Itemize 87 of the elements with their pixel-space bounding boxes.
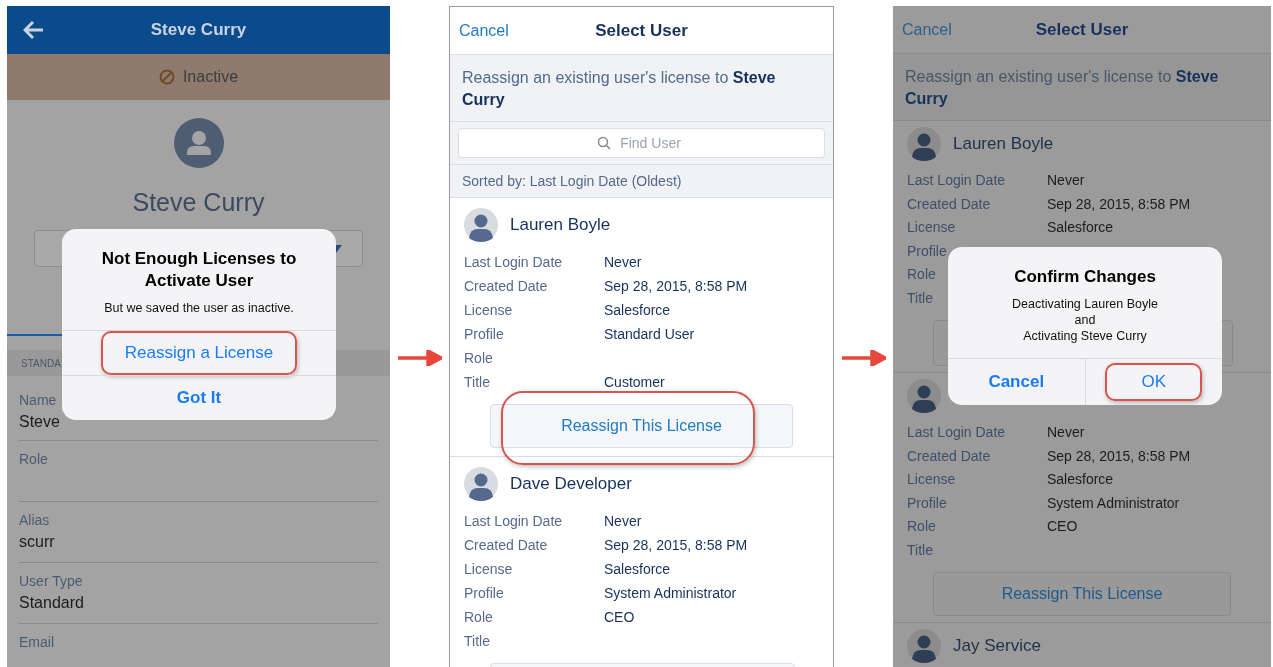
reassign-button[interactable]: Reassign This License bbox=[490, 404, 793, 448]
dialog-message: But we saved the user as inactive. bbox=[104, 300, 294, 316]
detail-label: License bbox=[464, 560, 513, 579]
detail-label: License bbox=[907, 470, 956, 489]
screen-title: Select User bbox=[1035, 19, 1129, 40]
avatar-icon bbox=[907, 379, 941, 413]
detail-label: Created Date bbox=[464, 277, 548, 296]
dialog-button[interactable]: Reassign a License bbox=[100, 331, 298, 375]
detail-value: Sep 28, 2015, 8:58 PM bbox=[1047, 194, 1191, 214]
blocked-icon bbox=[158, 69, 175, 85]
detail-label: Profile bbox=[907, 241, 947, 261]
detail-value: System Administrator bbox=[604, 584, 737, 603]
dialog-button[interactable]: Cancel bbox=[966, 364, 1067, 400]
avatar-icon bbox=[907, 127, 941, 161]
field-label: Name bbox=[19, 391, 57, 410]
status-text: Inactive bbox=[182, 68, 239, 86]
avatar-icon bbox=[173, 118, 224, 168]
detail-value: Sep 28, 2015, 8:58 PM bbox=[604, 536, 748, 555]
detail-value: Never bbox=[604, 512, 642, 531]
avatar-icon bbox=[907, 629, 941, 663]
field-label: Email bbox=[19, 633, 54, 652]
dialog-title: Confirm Changes bbox=[1014, 266, 1156, 288]
sort-label: Sorted by: Last Login Date (Oldest) bbox=[462, 173, 682, 189]
search-field[interactable]: Find User bbox=[458, 128, 825, 158]
detail-label: Title bbox=[464, 632, 490, 651]
detail-label: Title bbox=[907, 288, 933, 308]
detail-value: Sep 28, 2015, 8:58 PM bbox=[604, 277, 748, 296]
detail-value: Salesforce bbox=[604, 301, 671, 320]
dialog-title: Not Enough Licenses to Activate User bbox=[100, 248, 298, 292]
right-arrow-icon bbox=[397, 350, 442, 366]
detail-label: License bbox=[464, 301, 513, 320]
detail-value: System Administrator bbox=[1047, 493, 1180, 513]
field-label: Alias bbox=[19, 511, 50, 530]
detail-value: Salesforce bbox=[604, 560, 671, 579]
field-value: Steve bbox=[19, 412, 60, 432]
detail-label: Created Date bbox=[907, 446, 991, 466]
intro-text: Reassign an existing user's license to Steve Curry bbox=[905, 68, 1219, 107]
dialog-button[interactable]: Got It bbox=[154, 380, 244, 416]
detail-value: Never bbox=[604, 253, 642, 272]
section-label: STANDA bbox=[21, 357, 61, 369]
reassign-button[interactable]: Reassign This License bbox=[933, 572, 1231, 616]
header-title: Steve Curry bbox=[150, 20, 247, 40]
detail-value: Never bbox=[1047, 423, 1085, 442]
avatar-icon bbox=[464, 467, 498, 501]
detail-label: Title bbox=[464, 373, 490, 392]
avatar-icon bbox=[464, 208, 498, 242]
detail-label: Role bbox=[907, 517, 936, 536]
back-arrow-icon[interactable] bbox=[23, 20, 45, 40]
detail-label: Last Login Date bbox=[907, 171, 1006, 190]
detail-label: Profile bbox=[464, 584, 504, 603]
detail-value: Salesforce bbox=[1047, 470, 1114, 489]
field-value: scurr bbox=[19, 532, 55, 552]
user-name[interactable]: Lauren Boyle bbox=[510, 215, 611, 235]
detail-label: Last Login Date bbox=[464, 253, 563, 272]
user-name[interactable]: Dave Developer bbox=[510, 474, 632, 494]
detail-value: Salesforce bbox=[1047, 218, 1114, 237]
detail-label: Created Date bbox=[464, 536, 548, 555]
detail-value: CEO bbox=[604, 608, 635, 627]
detail-label: Profile bbox=[907, 493, 947, 513]
field-value: Standard bbox=[19, 593, 84, 613]
field-label: User Type bbox=[19, 572, 83, 591]
detail-value: Customer bbox=[604, 373, 665, 392]
cancel-link[interactable]: Cancel bbox=[902, 20, 952, 39]
dialog-button[interactable]: OK bbox=[1105, 363, 1203, 401]
search-icon bbox=[597, 136, 611, 150]
dialog-message: Deactivating Lauren Boyle and Activating Steve Curry bbox=[1012, 296, 1158, 344]
user-name[interactable]: Jay Service bbox=[953, 636, 1041, 656]
detail-label: Last Login Date bbox=[464, 512, 563, 531]
detail-value: Sep 28, 2015, 8:58 PM bbox=[1047, 446, 1191, 466]
user-name[interactable]: Lauren Boyle bbox=[953, 134, 1054, 154]
detail-label: License bbox=[907, 218, 956, 237]
detail-label: Created Date bbox=[907, 194, 991, 214]
detail-value: CEO bbox=[1047, 517, 1078, 536]
intro-text: Reassign an existing user's license to Steve Curry bbox=[462, 69, 776, 108]
detail-label: Title bbox=[907, 540, 933, 560]
right-arrow-icon bbox=[841, 350, 886, 366]
field-label: Role bbox=[19, 450, 48, 469]
cancel-link[interactable]: Cancel bbox=[459, 21, 509, 40]
detail-label: Last Login Date bbox=[907, 423, 1006, 442]
detail-label: Role bbox=[907, 265, 936, 284]
detail-label: Profile bbox=[464, 325, 504, 344]
detail-value: Standard User bbox=[604, 325, 695, 344]
screen-title: Select User bbox=[595, 20, 688, 41]
detail-value: Never bbox=[1047, 171, 1085, 190]
user-name: Steve Curry bbox=[132, 188, 265, 217]
detail-label: Role bbox=[464, 349, 493, 368]
detail-label: Role bbox=[464, 608, 493, 627]
